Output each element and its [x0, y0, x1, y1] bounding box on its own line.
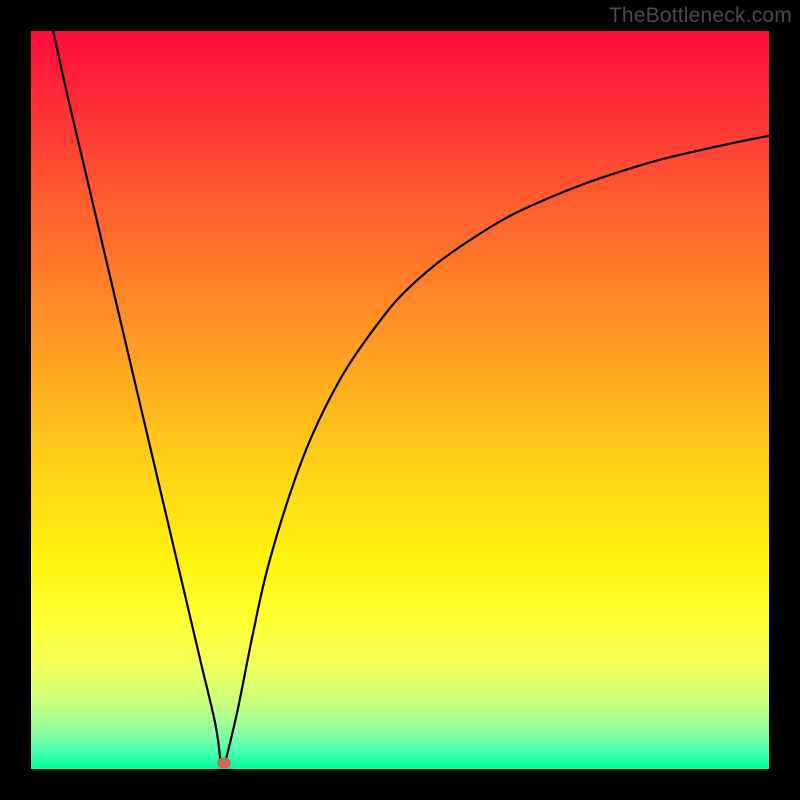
curve-path — [53, 31, 769, 763]
minimum-marker — [217, 758, 231, 769]
bottleneck-curve — [31, 31, 769, 769]
plot-area — [31, 31, 769, 769]
watermark-text: TheBottleneck.com — [609, 4, 792, 28]
chart-frame: TheBottleneck.com — [0, 0, 800, 800]
